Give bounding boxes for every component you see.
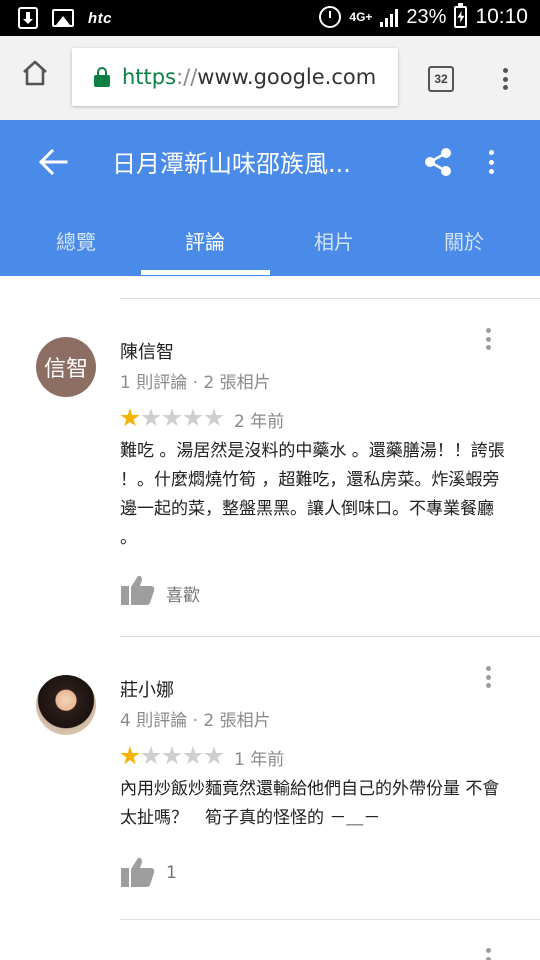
signal-icon <box>380 7 399 27</box>
divider <box>120 298 540 299</box>
review-menu-icon[interactable] <box>486 948 492 960</box>
brand-label: htc <box>88 9 112 27</box>
review-menu-icon[interactable] <box>486 666 492 688</box>
reviewer-meta: 1 則評論 · 2 張相片 <box>120 373 271 393</box>
tab-reviews[interactable]: 評論 <box>141 204 269 276</box>
app-header: 日月潭新山味邵族風... <box>0 120 540 204</box>
tab-bar: 總覽 評論 相片 關於 <box>0 204 540 276</box>
battery-percent: 23% <box>406 5 447 28</box>
clock: 10:10 <box>475 5 528 28</box>
browser-toolbar: https://www.google.com 32 <box>0 36 540 120</box>
star-rating <box>120 408 224 428</box>
star-empty-icon <box>204 746 224 765</box>
avatar[interactable] <box>36 675 96 735</box>
image-icon <box>52 9 74 27</box>
star-rating <box>120 746 224 766</box>
tab-about[interactable]: 關於 <box>400 204 528 276</box>
thumbs-up-icon[interactable] <box>120 856 156 888</box>
review-text: 難吃 。湯居然是沒料的中藥水 。還藥膳湯！！誇張 ！。什麼燜燒竹筍 ，超難吃，還… <box>120 441 505 548</box>
review-time: 1 年前 <box>234 750 285 770</box>
network-type: 4G+ <box>349 10 373 24</box>
tab-photos[interactable]: 相片 <box>270 204 398 276</box>
battery-charging-icon <box>454 3 468 28</box>
like-count[interactable]: 1 <box>166 863 177 883</box>
star-empty-icon <box>204 408 224 427</box>
lock-icon <box>94 67 110 87</box>
like-label[interactable]: 喜歡 <box>166 581 200 606</box>
review-text: 內用炒飯炒麵竟然還輸給他們自己的外帶份量 不會太扯嗎？ 筍子真的怪怪的 －＿－ <box>120 779 500 828</box>
divider <box>120 636 540 637</box>
tab-overview[interactable]: 總覽 <box>12 204 140 276</box>
back-arrow-icon[interactable] <box>38 148 68 176</box>
alarm-icon <box>319 6 342 28</box>
reviewer-meta: 4 則評論 · 2 張相片 <box>120 711 271 731</box>
url-text: https://www.google.com <box>122 65 377 89</box>
star-empty-icon <box>141 408 161 427</box>
reviews-list[interactable]: 信智 陳信智 1 則評論 · 2 張相片 2 年前 難吃 。湯居然是沒料的中藥水… <box>0 276 540 960</box>
share-icon[interactable] <box>422 146 454 178</box>
avatar[interactable]: 信智 <box>36 337 96 397</box>
download-icon <box>18 7 38 29</box>
browser-menu-icon[interactable] <box>498 66 512 92</box>
star-empty-icon <box>162 746 182 765</box>
page-title: 日月潭新山味邵族風... <box>112 150 351 178</box>
star-filled-icon <box>120 746 140 765</box>
star-empty-icon <box>183 746 203 765</box>
address-bar[interactable]: https://www.google.com <box>72 48 398 106</box>
reviewer-name[interactable]: 莊小娜 <box>120 676 174 702</box>
thumbs-up-icon[interactable] <box>120 574 156 606</box>
overflow-menu-icon[interactable] <box>484 148 498 176</box>
star-empty-icon <box>183 408 203 427</box>
status-bar: htc 4G+ 23% 10:10 <box>0 0 540 36</box>
review-time: 2 年前 <box>234 412 285 432</box>
active-tab-indicator <box>141 270 270 275</box>
star-filled-icon <box>120 408 140 427</box>
review-menu-icon[interactable] <box>486 328 492 350</box>
home-icon[interactable] <box>20 58 50 88</box>
star-empty-icon <box>141 746 161 765</box>
tab-switcher-button[interactable]: 32 <box>428 66 454 92</box>
divider <box>120 919 540 920</box>
reviewer-name[interactable]: 陳信智 <box>120 338 174 364</box>
star-empty-icon <box>162 408 182 427</box>
